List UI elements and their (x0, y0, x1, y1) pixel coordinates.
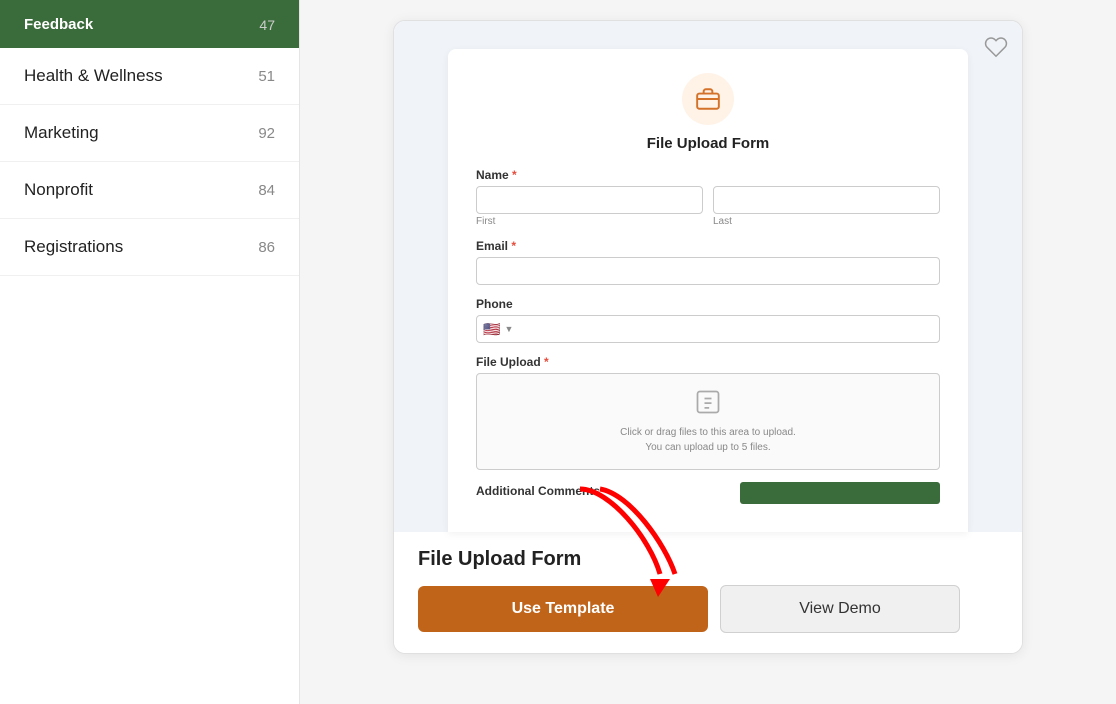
form-label-comments: Additional Comments (476, 484, 600, 498)
form-icon-circle (682, 73, 734, 125)
first-label: First (476, 216, 703, 227)
green-bar (740, 482, 940, 504)
required-indicator: * (512, 168, 517, 182)
sidebar-item-registrations-label: Registrations (24, 237, 123, 257)
upload-icon (694, 388, 722, 421)
form-inner: File Upload Form Name * First Last (448, 49, 968, 532)
sidebar-top-label: Feedback (24, 16, 93, 33)
form-icon-wrap (476, 73, 940, 125)
form-double-name: First Last (476, 186, 940, 227)
sidebar-item-registrations-count: 86 (258, 239, 275, 256)
sidebar-item-nonprofit-label: Nonprofit (24, 180, 93, 200)
flag-icon: 🇺🇸 (483, 321, 500, 338)
file-upload-area[interactable]: Click or drag files to this area to uplo… (476, 373, 940, 470)
form-label-name: Name * (476, 168, 940, 182)
sidebar-item-marketing[interactable]: Marketing 92 (0, 105, 299, 162)
form-label-upload: File Upload * (476, 355, 940, 369)
form-preview: File Upload Form Name * First Last (394, 21, 1022, 532)
form-col-last: Last (713, 186, 940, 227)
last-label: Last (713, 216, 940, 227)
name-first-input[interactable] (476, 186, 703, 214)
upload-text-2: You can upload up to 5 files. (645, 440, 770, 455)
main-content: File Upload Form Name * First Last (300, 0, 1116, 704)
form-label-email: Email * (476, 239, 940, 253)
phone-input[interactable]: 🇺🇸 ▼ (476, 315, 940, 343)
upload-text-1: Click or drag files to this area to uplo… (620, 425, 796, 440)
form-label-phone: Phone (476, 297, 940, 311)
sidebar-item-nonprofit[interactable]: Nonprofit 84 (0, 162, 299, 219)
view-demo-button[interactable]: View Demo (720, 585, 960, 633)
sidebar: Feedback 47 Health & Wellness 51 Marketi… (0, 0, 300, 704)
sidebar-item-health-wellness-label: Health & Wellness (24, 66, 163, 86)
sidebar-top-item[interactable]: Feedback 47 (0, 0, 299, 48)
favorite-button[interactable] (984, 35, 1008, 64)
sidebar-item-nonprofit-count: 84 (258, 182, 275, 199)
phone-dropdown-caret: ▼ (504, 324, 513, 334)
email-input[interactable] (476, 257, 940, 285)
sidebar-item-marketing-label: Marketing (24, 123, 99, 143)
form-field-comments: Additional Comments (476, 482, 940, 504)
sidebar-item-health-wellness[interactable]: Health & Wellness 51 (0, 48, 299, 105)
required-indicator-upload: * (544, 355, 549, 369)
card-bottom: File Upload Form Use Template View Demo (394, 532, 1022, 653)
sidebar-item-health-wellness-count: 51 (258, 68, 275, 85)
card-actions: Use Template View Demo (418, 585, 998, 633)
form-field-email: Email * (476, 239, 940, 285)
briefcase-icon (695, 86, 721, 112)
use-template-button[interactable]: Use Template (418, 586, 708, 632)
form-preview-title: File Upload Form (476, 135, 940, 152)
sidebar-top-count: 47 (259, 17, 275, 33)
sidebar-item-marketing-count: 92 (258, 125, 275, 142)
sidebar-item-registrations[interactable]: Registrations 86 (0, 219, 299, 276)
form-field-phone: Phone 🇺🇸 ▼ (476, 297, 940, 343)
name-last-input[interactable] (713, 186, 940, 214)
form-field-upload: File Upload * Click or drag files to thi… (476, 355, 940, 470)
form-col-first: First (476, 186, 703, 227)
template-name: File Upload Form (418, 548, 998, 571)
form-field-name: Name * First Last (476, 168, 940, 227)
template-card: File Upload Form Name * First Last (393, 20, 1023, 654)
required-indicator-email: * (511, 239, 516, 253)
